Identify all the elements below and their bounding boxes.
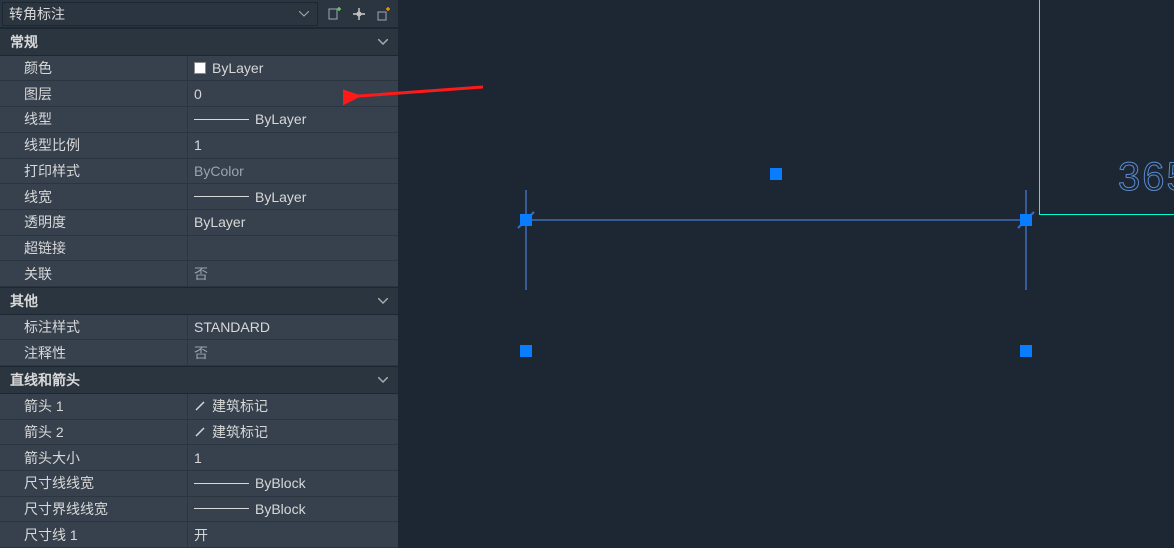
prop-arrow2[interactable]: 箭头 2 建筑标记	[0, 420, 398, 446]
prop-hyperlink-value[interactable]	[188, 236, 398, 261]
prop-arrowsize[interactable]: 箭头大小 1	[0, 445, 398, 471]
chevron-down-icon	[376, 373, 390, 387]
prop-lineweight-value[interactable]: ByLayer	[188, 184, 398, 209]
prop-arrow1-label: 箭头 1	[0, 394, 188, 419]
prop-dimline1-value[interactable]: 开	[188, 522, 398, 547]
prop-linetype[interactable]: 线型 ByLayer	[0, 107, 398, 133]
section-misc-header[interactable]: 其他	[0, 287, 398, 315]
prop-linetype-label: 线型	[0, 107, 188, 132]
prop-layer-label: 图层	[0, 81, 188, 106]
section-linesarrows-header[interactable]: 直线和箭头	[0, 366, 398, 394]
prop-lineweight-text: ByLayer	[255, 189, 306, 205]
prop-plotstyle-value: ByColor	[188, 159, 398, 184]
prop-annotative-value: 否	[188, 340, 398, 365]
prop-extlineweight-label: 尺寸界线线宽	[0, 497, 188, 522]
prop-dimline1-text: 开	[194, 525, 208, 545]
prop-arrow2-label: 箭头 2	[0, 420, 188, 445]
prop-associate-value: 否	[188, 261, 398, 286]
prop-associate[interactable]: 关联 否	[0, 261, 398, 287]
annotation-arrow	[343, 78, 483, 118]
prop-lineweight[interactable]: 线宽 ByLayer	[0, 184, 398, 210]
section-linesarrows-title: 直线和箭头	[10, 370, 80, 390]
prop-arrow1-value[interactable]: 建筑标记	[188, 394, 398, 419]
prop-linetype-text: ByLayer	[255, 111, 306, 127]
prop-plotstyle[interactable]: 打印样式 ByColor	[0, 159, 398, 185]
prop-color-text: ByLayer	[212, 60, 263, 76]
drawing-canvas[interactable]: 3659	[398, 0, 1174, 548]
prop-arrow2-value[interactable]: 建筑标记	[188, 420, 398, 445]
prop-dimline1[interactable]: 尺寸线 1 开	[0, 522, 398, 548]
prop-transparency-text: ByLayer	[194, 214, 245, 230]
prop-dimstyle-text: STANDARD	[194, 319, 270, 335]
prop-ltscale-value[interactable]: 1	[188, 133, 398, 158]
lineweight-sample-icon	[194, 508, 249, 509]
prop-annotative[interactable]: 注释性 否	[0, 340, 398, 366]
section-general-title: 常规	[10, 32, 38, 52]
chevron-down-icon	[376, 35, 390, 49]
color-swatch-icon	[194, 62, 206, 74]
prop-arrowsize-label: 箭头大小	[0, 445, 188, 470]
select-objects-icon[interactable]	[348, 3, 370, 25]
panel-header: 转角标注	[0, 0, 398, 28]
prop-extlineweight-value[interactable]: ByBlock	[188, 497, 398, 522]
prop-transparency[interactable]: 透明度 ByLayer	[0, 210, 398, 236]
prop-dimlineweight[interactable]: 尺寸线线宽 ByBlock	[0, 471, 398, 497]
prop-dimlineweight-value[interactable]: ByBlock	[188, 471, 398, 496]
dropdown-arrow-icon	[297, 7, 311, 21]
architectural-tick-icon	[194, 426, 206, 438]
prop-dimstyle[interactable]: 标注样式 STANDARD	[0, 315, 398, 341]
prop-lineweight-label: 线宽	[0, 184, 188, 209]
prop-hyperlink-label: 超链接	[0, 236, 188, 261]
prop-associate-label: 关联	[0, 261, 188, 286]
section-general-header[interactable]: 常规	[0, 28, 398, 56]
architectural-tick-icon	[194, 400, 206, 412]
linetype-sample-icon	[194, 119, 249, 120]
prop-transparency-label: 透明度	[0, 210, 188, 235]
prop-dimlineweight-text: ByBlock	[255, 475, 306, 491]
object-type-label: 转角标注	[9, 4, 297, 24]
panel-toolbar	[320, 3, 398, 25]
prop-extlineweight-text: ByBlock	[255, 501, 306, 517]
prop-arrow1-text: 建筑标记	[212, 396, 268, 416]
prop-annotative-label: 注释性	[0, 340, 188, 365]
toggle-pick-add-icon[interactable]	[324, 3, 346, 25]
prop-transparency-value[interactable]: ByLayer	[188, 210, 398, 235]
object-type-selector[interactable]: 转角标注	[2, 2, 318, 26]
prop-plotstyle-label: 打印样式	[0, 159, 188, 184]
quick-select-icon[interactable]	[372, 3, 394, 25]
prop-associate-text: 否	[194, 264, 208, 284]
prop-color-label: 颜色	[0, 56, 188, 81]
prop-plotstyle-text: ByColor	[194, 163, 244, 179]
prop-extlineweight[interactable]: 尺寸界线线宽 ByBlock	[0, 497, 398, 523]
prop-dimlineweight-label: 尺寸线线宽	[0, 471, 188, 496]
prop-ltscale-text: 1	[194, 137, 202, 153]
prop-color-value[interactable]: ByLayer	[188, 56, 398, 81]
prop-dimline1-label: 尺寸线 1	[0, 522, 188, 547]
section-misc-title: 其他	[10, 291, 38, 311]
lineweight-sample-icon	[194, 196, 249, 197]
prop-arrow2-text: 建筑标记	[212, 422, 268, 442]
chevron-down-icon	[376, 294, 390, 308]
prop-ltscale[interactable]: 线型比例 1	[0, 133, 398, 159]
prop-annotative-text: 否	[194, 343, 208, 363]
prop-layer[interactable]: 图层 0	[0, 81, 398, 107]
prop-layer-text: 0	[194, 86, 202, 102]
dimension-text[interactable]: 3659	[1118, 155, 1174, 200]
prop-arrowsize-text: 1	[194, 450, 202, 466]
dimension-object[interactable]	[508, 160, 1048, 380]
prop-hyperlink[interactable]: 超链接	[0, 236, 398, 262]
prop-arrowsize-value[interactable]: 1	[188, 445, 398, 470]
properties-panel: 转角标注 常规 颜色 ByLayer 图层	[0, 0, 398, 548]
prop-ltscale-label: 线型比例	[0, 133, 188, 158]
lineweight-sample-icon	[194, 483, 249, 484]
prop-arrow1[interactable]: 箭头 1 建筑标记	[0, 394, 398, 420]
prop-dimstyle-value[interactable]: STANDARD	[188, 315, 398, 340]
prop-color[interactable]: 颜色 ByLayer	[0, 56, 398, 82]
prop-dimstyle-label: 标注样式	[0, 315, 188, 340]
